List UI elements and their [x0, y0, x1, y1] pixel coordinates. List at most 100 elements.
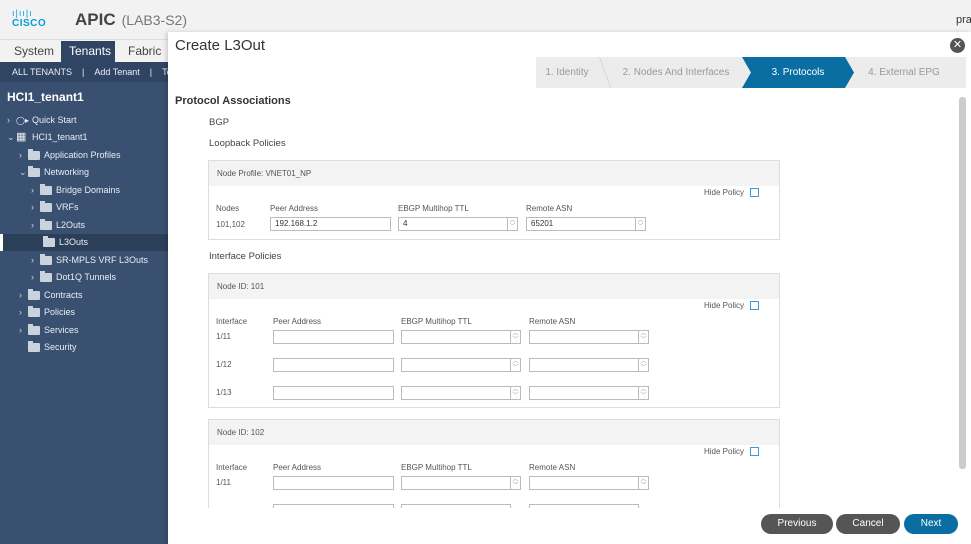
ttl-spinner[interactable]: ︿ ﹀	[511, 330, 521, 344]
chevron-down-icon[interactable]: ⌄	[7, 129, 15, 146]
site-name: (LAB3-S2)	[121, 12, 187, 28]
ebgp-ttl-input[interactable]	[401, 386, 511, 400]
remote-asn-header: Remote ASN	[529, 317, 576, 326]
tree-item-application-profiles[interactable]: › Application Profiles	[0, 147, 168, 164]
chevron-right-icon[interactable]: ›	[31, 252, 34, 269]
peer-address-input[interactable]: 192.168.1.2	[270, 217, 391, 231]
cancel-button[interactable]: Cancel	[836, 514, 900, 534]
ttl-spinner[interactable]: ︿ ﹀	[511, 386, 521, 400]
tab-tenants[interactable]: Tenants	[61, 41, 115, 62]
tree-item-label: Dot1Q Tunnels	[56, 272, 117, 282]
previous-button[interactable]: Previous	[761, 514, 833, 534]
tree-item-label: HCI1_tenant1	[32, 132, 88, 142]
folder-icon	[28, 289, 40, 300]
interface-name: 1/12	[216, 360, 232, 369]
chevron-right-icon[interactable]: ›	[7, 112, 10, 129]
ebgp-ttl-input[interactable]	[401, 330, 511, 344]
tree-item-networking[interactable]: ⌄ Networking	[0, 164, 168, 181]
tree-item-label: Security	[44, 342, 77, 352]
folder-icon	[28, 306, 40, 317]
step-identity[interactable]: 1. Identity	[536, 57, 598, 88]
chevron-right-icon[interactable]: ›	[31, 199, 34, 216]
tree-item-quick-start[interactable]: › ◯▸ Quick Start	[0, 112, 168, 129]
chevron-right-icon[interactable]: ›	[19, 147, 22, 164]
ebgp-ttl-input[interactable]	[401, 476, 511, 490]
tree-item-dot1q-tunnels[interactable]: › Dot1Q Tunnels	[0, 269, 168, 286]
tree-item-services[interactable]: › Services	[0, 322, 168, 339]
peer-address-input[interactable]	[273, 476, 394, 490]
all-tenants-link[interactable]: ALL TENANTS	[12, 67, 72, 77]
folder-icon	[43, 236, 55, 247]
remote-asn-input[interactable]	[529, 330, 639, 344]
hide-policy-checkbox[interactable]	[750, 188, 759, 197]
tree-item-policies[interactable]: › Policies	[0, 304, 168, 321]
tree-item-label: SR-MPLS VRF L3Outs	[56, 255, 149, 265]
folder-icon	[40, 201, 52, 212]
wizard-steps: 1. Identity 2. Nodes And Interfaces 3. P…	[536, 57, 966, 88]
tab-system[interactable]: System	[6, 41, 62, 62]
nodes-value: 101,102	[216, 220, 245, 229]
tree-item-l2outs[interactable]: › L2Outs	[0, 217, 168, 234]
close-icon[interactable]: ✕	[950, 38, 965, 53]
tree-item-label: Bridge Domains	[56, 185, 121, 195]
folder-icon	[28, 341, 40, 352]
ttl-header: EBGP Multihop TTL	[401, 317, 472, 326]
chevron-right-icon[interactable]: ›	[31, 269, 34, 286]
step-nodes-interfaces[interactable]: 2. Nodes And Interfaces	[606, 57, 746, 88]
tree-item-label: Policies	[44, 307, 76, 317]
asn-spinner[interactable]: ︿ ﹀	[639, 330, 649, 344]
node-102-header: Node ID: 102	[209, 420, 779, 445]
chevron-right-icon[interactable]: ›	[19, 322, 22, 339]
node-profile-header: Node Profile: VNET01_NP	[209, 161, 779, 186]
ttl-spinner[interactable]: ︿ ﹀	[508, 217, 518, 231]
peer-address-input[interactable]	[273, 358, 394, 372]
app-name: APIC	[75, 10, 116, 29]
ttl-spinner[interactable]: ︿ ﹀	[511, 476, 521, 490]
tree-item-security[interactable]: Security	[0, 339, 168, 356]
step-protocols[interactable]: 3. Protocols	[742, 57, 854, 88]
tree-item-contracts[interactable]: › Contracts	[0, 287, 168, 304]
step-external-epg[interactable]: 4. External EPG	[854, 57, 954, 88]
app-title: APIC (LAB3-S2)	[75, 10, 187, 30]
asn-spinner[interactable]: ︿ ﹀	[636, 217, 646, 231]
asn-spinner[interactable]: ︿ ﹀	[639, 386, 649, 400]
interface-policies-label: Interface Policies	[209, 251, 282, 262]
tab-fabric[interactable]: Fabric	[120, 41, 169, 62]
user-name[interactable]: pra	[956, 14, 971, 26]
chevron-right-icon[interactable]: ›	[19, 304, 22, 321]
tree-item-sr-mpls-vrf-l3outs[interactable]: › SR-MPLS VRF L3Outs	[0, 252, 168, 269]
ttl-spinner[interactable]: ︿ ﹀	[511, 358, 521, 372]
tree-item-bridge-domains[interactable]: › Bridge Domains	[0, 182, 168, 199]
hide-policy-checkbox[interactable]	[750, 301, 759, 310]
add-tenant-link[interactable]: Add Tenant	[94, 67, 139, 77]
asn-spinner[interactable]: ︿ ﹀	[639, 358, 649, 372]
tree-item-hci1-tenant1[interactable]: ⌄ ▦ HCI1_tenant1	[0, 129, 168, 146]
tree-item-vrfs[interactable]: › VRFs	[0, 199, 168, 216]
tree-item-label: Application Profiles	[44, 150, 121, 160]
tenant-building-icon: ▦	[16, 131, 27, 143]
chevron-right-icon[interactable]: ›	[31, 182, 34, 199]
folder-icon	[40, 271, 52, 282]
remote-asn-input[interactable]	[529, 476, 639, 490]
scrollbar[interactable]	[959, 97, 966, 469]
asn-spinner[interactable]: ︿ ﹀	[639, 476, 649, 490]
ebgp-ttl-input[interactable]: 4	[398, 217, 508, 231]
next-button[interactable]: Next	[904, 514, 958, 534]
interface-header: Interface	[216, 317, 248, 326]
peer-address-input[interactable]	[273, 330, 394, 344]
remote-asn-header: Remote ASN	[529, 463, 576, 472]
tree-item-l3outs[interactable]: L3Outs	[0, 234, 168, 251]
tree-item-label: Quick Start	[32, 115, 77, 125]
chevron-right-icon[interactable]: ›	[31, 217, 34, 234]
remote-asn-input[interactable]	[529, 386, 639, 400]
chevron-down-icon[interactable]: ⌄	[19, 164, 27, 181]
peer-address-input[interactable]	[273, 386, 394, 400]
interface-name: 1/11	[216, 332, 231, 341]
loopback-policies-label: Loopback Policies	[209, 138, 286, 149]
ebgp-ttl-input[interactable]	[401, 358, 511, 372]
remote-asn-input[interactable]: 65201	[526, 217, 636, 231]
dialog-title: Create L3Out	[175, 37, 266, 54]
chevron-right-icon[interactable]: ›	[19, 287, 22, 304]
hide-policy-checkbox[interactable]	[750, 447, 759, 456]
remote-asn-input[interactable]	[529, 358, 639, 372]
